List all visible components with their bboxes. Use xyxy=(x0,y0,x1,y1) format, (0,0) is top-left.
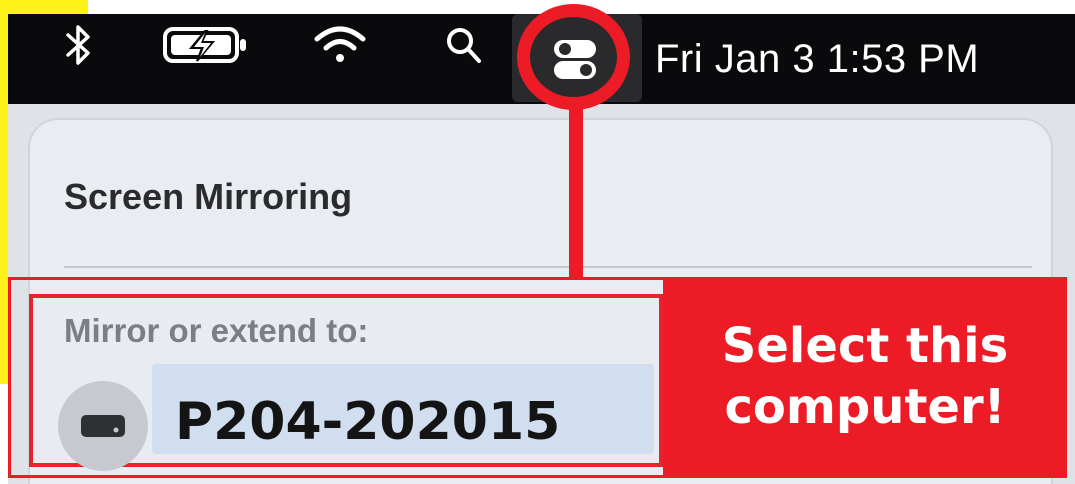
callout-box: Select this computer! xyxy=(663,277,1067,477)
annotation-circle xyxy=(517,4,630,110)
panel-divider xyxy=(64,266,1032,268)
annotation-connector-line xyxy=(569,100,583,280)
menu-bar-clock[interactable]: Fri Jan 3 1:53 PM xyxy=(655,14,979,104)
callout-text: Select this computer! xyxy=(721,317,1009,435)
wifi-icon[interactable] xyxy=(308,0,372,90)
search-icon[interactable] xyxy=(438,0,490,90)
bluetooth-icon[interactable] xyxy=(52,0,104,90)
panel-title: Screen Mirroring xyxy=(64,176,353,217)
battery-charging-icon[interactable] xyxy=(150,0,262,90)
